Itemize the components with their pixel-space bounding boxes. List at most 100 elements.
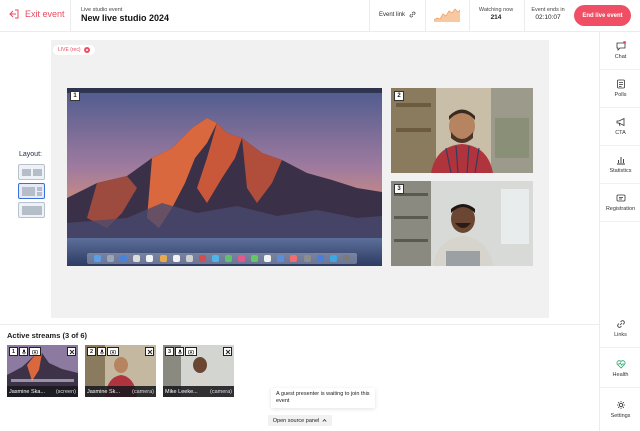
sidebar-item-polls[interactable]: Polls — [600, 70, 640, 108]
stream-card-2[interactable]: 2 Jasmine Sk... (camera) — [85, 345, 156, 397]
link-icon — [616, 320, 625, 328]
header-divider — [524, 0, 525, 32]
remove-stream-button[interactable] — [145, 347, 154, 356]
sidebar-item-label: Settings — [610, 412, 631, 419]
watching-now-count: 214 — [490, 14, 502, 21]
presenter-webcam-image — [391, 181, 533, 266]
event-link-button[interactable]: Event link — [379, 11, 416, 18]
sidebar-item-label: Health — [612, 372, 629, 378]
record-icon — [83, 47, 90, 53]
heart-pulse-icon — [616, 360, 625, 369]
viewers-sparkline — [434, 8, 460, 22]
right-sidebar: Chat Polls CTA Statistics Registration L… — [599, 32, 640, 431]
screen-dock — [87, 253, 357, 264]
source-panel-label: Open source panel — [272, 417, 320, 424]
stream-label: Jasmine Sk... (camera) — [85, 386, 156, 397]
close-icon — [69, 349, 74, 354]
stream-name: Jasmine Ska... — [9, 388, 46, 395]
header-divider — [425, 0, 426, 32]
sidebar-item-chat[interactable]: Chat — [600, 32, 640, 70]
stream-number: 2 — [87, 347, 96, 356]
mic-toggle-button[interactable] — [175, 347, 184, 356]
camera-toggle-button[interactable] — [107, 347, 119, 356]
layout-block — [22, 187, 35, 196]
sidebar-item-registration[interactable]: Registration — [600, 184, 640, 222]
sidebar-item-label: CTA — [615, 130, 626, 136]
layout-block — [37, 192, 42, 196]
exit-event-button[interactable]: Exit event — [9, 9, 65, 19]
header-divider — [369, 0, 370, 32]
sidebar-item-health[interactable]: Health — [600, 350, 640, 388]
streams-divider — [0, 324, 599, 325]
sidebar-item-settings[interactable]: Settings — [600, 390, 640, 428]
sidebar-item-label: Links — [614, 332, 627, 338]
tile-number: 3 — [394, 184, 404, 194]
stream-label: Mike Leeke... (camera) — [163, 386, 234, 397]
event-title: New live studio 2024 — [81, 13, 170, 23]
end-live-event-button[interactable]: End live event — [574, 5, 631, 26]
guest-waiting-notice[interactable]: A guest presenter is waiting to join thi… — [271, 388, 375, 408]
camera-toggle-button[interactable] — [29, 347, 41, 356]
stream-type: (screen) — [55, 388, 76, 395]
camera-icon — [188, 349, 194, 354]
stream-number: 3 — [165, 347, 174, 356]
layout-split-option[interactable] — [18, 164, 45, 180]
header-divider — [469, 0, 470, 32]
layout-block — [22, 206, 42, 215]
open-source-panel-button[interactable]: Open source panel — [268, 415, 332, 426]
mic-toggle-button[interactable] — [19, 347, 28, 356]
sidebar-item-statistics[interactable]: Statistics — [600, 146, 640, 184]
event-link-label: Event link — [379, 11, 406, 18]
stream-card-3[interactable]: 3 Mike Leeke... (camera) — [163, 345, 234, 397]
polls-icon — [616, 79, 625, 89]
mic-toggle-button[interactable] — [97, 347, 106, 356]
link-icon — [409, 11, 416, 18]
camera-icon — [32, 349, 38, 354]
live-rec-badge: LIVE (rec) — [53, 45, 95, 55]
event-ends-timer: 02:10:07 — [535, 14, 561, 21]
stream-card-1[interactable]: 1 Jasmine Ska... (screen) — [7, 345, 78, 397]
layout-block — [22, 169, 31, 176]
sidebar-item-label: Registration — [605, 206, 636, 212]
camera-toggle-button[interactable] — [185, 347, 197, 356]
layout-main-side-option[interactable] — [18, 183, 45, 199]
exit-event-label: Exit event — [25, 9, 65, 19]
camera-icon — [110, 349, 116, 354]
exit-icon — [9, 9, 19, 19]
chevron-up-icon — [322, 418, 327, 422]
mountain-wallpaper-image — [67, 88, 382, 266]
remove-stream-button[interactable] — [67, 347, 76, 356]
header-divider — [70, 0, 71, 32]
megaphone-icon — [616, 117, 624, 127]
close-icon — [225, 349, 230, 354]
microphone-icon — [21, 349, 26, 355]
active-streams-title: Active streams (3 of 6) — [7, 331, 88, 340]
sidebar-item-links[interactable]: Links — [600, 310, 640, 348]
microphone-icon — [99, 349, 104, 355]
sidebar-item-label: Polls — [614, 92, 627, 98]
stage-tile-screen-share[interactable]: 1 — [67, 88, 382, 266]
close-icon — [147, 349, 152, 354]
top-header: Exit event Live studio event New live st… — [0, 0, 640, 32]
tile-number: 1 — [70, 91, 80, 101]
screen-menubar — [67, 88, 382, 93]
stream-name: Jasmine Sk... — [87, 388, 121, 395]
stream-label: Jasmine Ska... (screen) — [7, 386, 78, 397]
sidebar-item-label: Chat — [614, 54, 627, 60]
tile-number: 2 — [394, 91, 404, 101]
stream-name: Mike Leeke... — [165, 388, 198, 395]
stage-tile-camera-3[interactable]: 3 — [391, 181, 533, 266]
layout-single-option[interactable] — [18, 202, 45, 218]
id-card-icon — [616, 194, 625, 202]
presenter-webcam-image — [391, 88, 533, 173]
gear-icon — [616, 400, 625, 409]
layout-label: Layout: — [19, 151, 42, 158]
sidebar-item-label: Statistics — [609, 168, 632, 174]
stage-tile-camera-2[interactable]: 2 — [391, 88, 533, 173]
remove-stream-button[interactable] — [223, 347, 232, 356]
bar-chart-icon — [616, 157, 625, 165]
sidebar-item-cta[interactable]: CTA — [600, 108, 640, 146]
layout-block — [37, 187, 42, 191]
stream-number: 1 — [9, 347, 18, 356]
live-badge-label: LIVE (rec) — [58, 47, 81, 53]
